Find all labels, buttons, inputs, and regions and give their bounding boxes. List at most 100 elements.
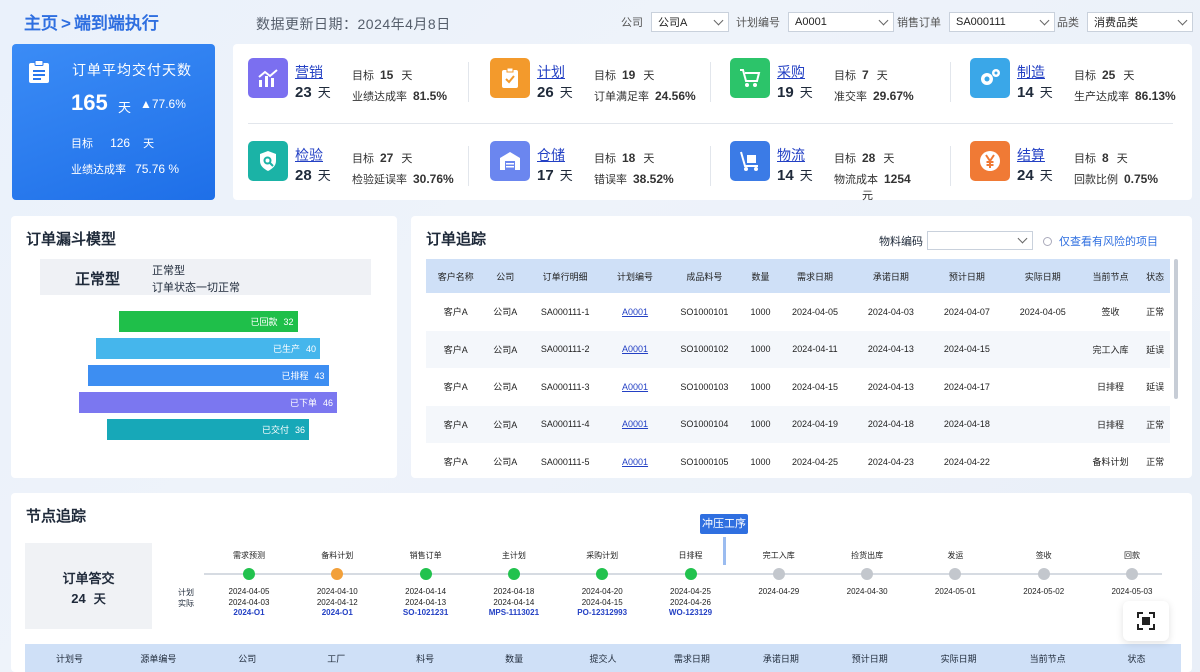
step-plan-date: 2024-05-03	[1111, 587, 1153, 596]
process-card-6: 仓储 17 天 目标 18 天错误率 38.52%	[475, 127, 705, 186]
table-row[interactable]: 客户A 公司A SA000111-5 A0001 SO1000105 1000 2024-0…	[426, 443, 1170, 478]
plan-number-link[interactable]: A0001	[622, 382, 648, 392]
warehouse-icon	[490, 141, 530, 181]
process-name-link[interactable]: 计划	[537, 62, 565, 82]
breadcrumb-home[interactable]: 主页	[24, 14, 58, 33]
process-name-link[interactable]: 检验	[295, 145, 323, 165]
step-label: 日排程	[678, 551, 703, 560]
order-table-scrollbar[interactable]	[1174, 259, 1178, 399]
order-table-cell: 2024-04-05	[791, 306, 838, 317]
company-select[interactable]: 公司A	[651, 12, 729, 32]
table-row[interactable]: 客户A 公司A SA000111-1 A0001 SO1000101 1000 2024-0…	[426, 293, 1170, 331]
funnel-bar[interactable]: 已生产 40	[96, 338, 320, 359]
row-divider	[248, 123, 1173, 124]
funnel-bar[interactable]: 已交付 36	[107, 419, 309, 440]
order-table-cell: 2024-04-15	[791, 381, 838, 392]
step-status-dot	[1037, 568, 1050, 580]
order-table-cell: SA000111-2	[525, 330, 606, 368]
process-days: 28 天	[295, 167, 331, 184]
order-table-cell: 公司A	[493, 307, 518, 318]
funnel-bar-label: 已排程	[281, 371, 309, 381]
plan-number-link[interactable]: A0001	[622, 344, 648, 354]
order-table-header-cell: 承诺日期	[852, 259, 929, 293]
step-status-dot	[772, 568, 785, 580]
funnel-bar[interactable]: 已排程 43	[87, 365, 329, 386]
step-plan-date: 2024-04-29	[758, 587, 800, 596]
category-select[interactable]: 消费品类	[1087, 12, 1193, 32]
order-table-cell: 2024-04-22	[943, 456, 990, 467]
order-table-cell: SA000111-1	[540, 306, 590, 317]
order-table-cell: 2024-04-25	[791, 456, 838, 467]
step-label: 捡货出库	[851, 551, 884, 560]
step-doc-code: PO-12312993	[577, 608, 628, 617]
order-tracking-title: 订单追踪	[426, 231, 487, 248]
sales-order-select[interactable]: SA000111	[949, 12, 1055, 32]
step-label: 完工入库	[762, 551, 795, 560]
order-table-cell: 1000	[750, 456, 771, 467]
table-row[interactable]: 客户A 公司A SA000111-2 A0001 SO1000102 1000 2024-0…	[426, 330, 1170, 368]
process-target: 目标 15 天	[352, 68, 413, 82]
clipboard-icon	[29, 60, 49, 83]
process-days: 26 天	[537, 84, 573, 101]
process-name-link[interactable]: 营销	[295, 62, 323, 82]
plan-number-link[interactable]: A0001	[622, 419, 648, 429]
order-table-cell: A0001	[605, 368, 664, 406]
order-table-header-cell: 公司	[485, 259, 525, 293]
funnel-bar[interactable]: 已下单 46	[79, 392, 337, 413]
risk-radio[interactable]	[1043, 236, 1052, 246]
funnel-title: 订单漏斗模型	[26, 231, 117, 248]
node-table-header-cell: 当前节点	[1029, 653, 1066, 664]
material-select[interactable]	[927, 231, 1033, 250]
process-days: 14 天	[777, 167, 813, 184]
order-table-cell: 公司A	[485, 405, 525, 443]
chevron-down-icon	[713, 15, 724, 25]
order-table-cell: 备料计划	[1092, 457, 1129, 468]
process-name-link[interactable]: 仓储	[537, 145, 565, 165]
plan-number-link[interactable]: A0001	[622, 457, 648, 467]
funnel-status-type: 正常型	[75, 271, 121, 288]
order-table-header-cell: 订单行明细	[525, 259, 606, 293]
order-reply-box: 订单答交 24 天	[25, 543, 152, 629]
order-table-header-cell: 状态	[1140, 259, 1170, 293]
step-doc-code: 2024-O1	[233, 608, 265, 617]
process-name-link[interactable]: 物流	[777, 145, 805, 165]
process-card-2: 计划 26 天 目标 19 天订单满足率 24.56%	[475, 44, 705, 103]
header: 主页 > 端到端执行 数据更新日期：2024年4月8日 公司 公司A 计划编号 A0…	[0, 0, 1200, 42]
process-name-link[interactable]: 采购	[777, 62, 805, 82]
order-table-header-cell: 预计日期	[928, 259, 1005, 293]
process-days: 24 天	[1017, 167, 1053, 184]
risk-only-option[interactable]: 仅查看有风险的项目	[1043, 233, 1158, 249]
plan-select[interactable]: A0001	[788, 12, 894, 32]
order-table-header-cell: 需求日期	[777, 259, 853, 293]
funnel-bar[interactable]: 已回款 32	[118, 311, 298, 332]
category-filter: 品类 消费品类	[1057, 12, 1193, 32]
order-table-cell: 完工入库	[1080, 330, 1141, 368]
process-name-link[interactable]: 结算	[1017, 145, 1045, 165]
order-table-cell: 客户A	[426, 405, 486, 443]
step-plan-date: 2024-04-25	[670, 587, 711, 596]
process-name-link[interactable]: 制造	[1017, 62, 1045, 82]
step-status-dot	[684, 568, 697, 580]
plan-number-link[interactable]: A0001	[622, 307, 648, 317]
sales-order-select-value: SA000111	[956, 16, 1006, 28]
process-metric: 物流成本 1254元	[834, 172, 911, 202]
order-table-cell: 客户A	[426, 330, 486, 368]
timeline-track	[204, 573, 1162, 575]
table-row[interactable]: 客户A 公司A SA000111-3 A0001 SO1000103 1000 2024-0…	[426, 368, 1170, 406]
kpi-card: 订单平均交付天数 165 天 ▲77.6% 目标 126 天 业绩达成率 75.…	[12, 44, 215, 200]
risk-only-label: 仅查看有风险的项目	[1059, 236, 1158, 248]
order-table-header-cell: 实际日期	[1004, 259, 1081, 293]
order-table-cell: 2024-04-23	[867, 456, 914, 467]
table-row[interactable]: 客户A 公司A SA000111-4 A0001 SO1000104 1000 2024-0…	[426, 405, 1170, 443]
node-tracking-panel: 节点追踪 订单答交 24 天 计划 实际 冲压工序 需求预测 2024-04-05 2…	[11, 493, 1192, 672]
order-table-cell: A0001	[605, 405, 665, 443]
order-table-cell: SO1000105	[680, 456, 729, 467]
funnel-bar-value: 40	[305, 343, 316, 354]
order-table-cell: SA000111-3	[540, 381, 590, 392]
actual-row-label: 实际	[178, 599, 194, 608]
divider	[710, 146, 711, 186]
plan-filter: 计划编号 A0001	[736, 12, 894, 32]
scan-button[interactable]	[1123, 601, 1169, 641]
order-table-cell	[1004, 330, 1081, 368]
step-status-dot	[243, 568, 255, 580]
